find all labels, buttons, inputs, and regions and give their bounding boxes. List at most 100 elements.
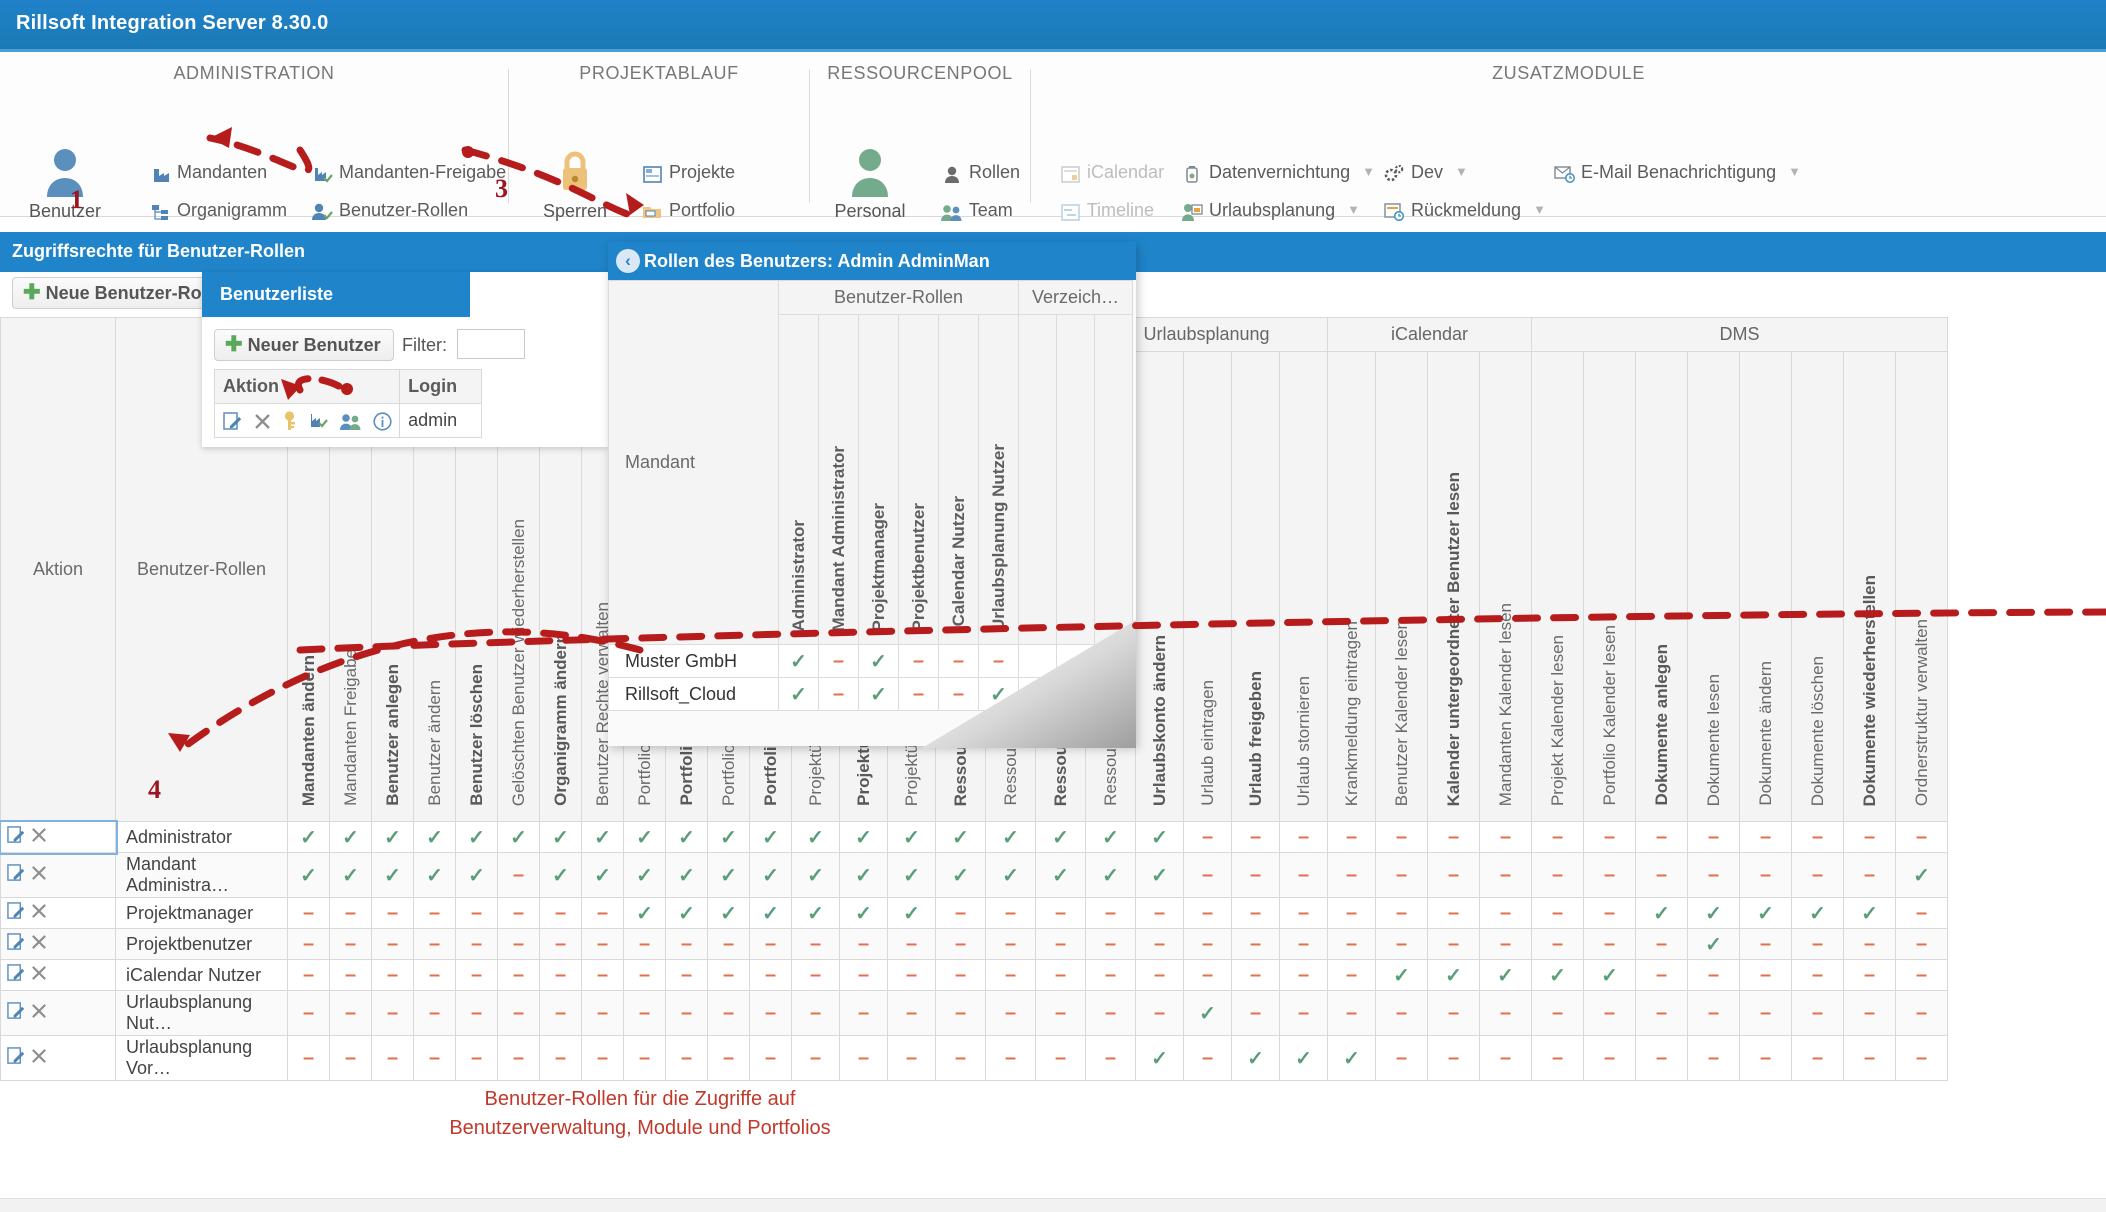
grid-column-header[interactable]: Portfolio Kalender lesen bbox=[1583, 351, 1636, 822]
ribbon-item-email-benachrichtigung[interactable]: E-Mail Benachrichtigung ▼ bbox=[1552, 157, 1801, 187]
role-assigned-cell[interactable]: ✓ bbox=[858, 644, 899, 678]
popup-column-header-verzeichnis[interactable] bbox=[1018, 314, 1057, 645]
permission-denied-cell[interactable]: – bbox=[1791, 821, 1844, 853]
role-cell-verzeichnis[interactable] bbox=[1056, 677, 1095, 711]
permission-denied-cell[interactable]: – bbox=[985, 959, 1036, 991]
permission-denied-cell[interactable]: – bbox=[287, 897, 330, 929]
permission-granted-cell[interactable]: ✓ bbox=[1479, 959, 1532, 991]
table-row[interactable]: Administrator ✓ ✓ ✓ ✓ ✓ ✓ ✓ ✓ ✓ ✓ ✓ ✓ ✓ ✓ ✓ ✓ ✓ ✓ ✓ ✓ – – – – – – –… bbox=[0, 819, 1948, 855]
row-actions[interactable] bbox=[0, 959, 116, 991]
permission-granted-cell[interactable]: ✓ bbox=[1791, 897, 1844, 929]
permission-denied-cell[interactable]: – bbox=[1375, 928, 1428, 960]
permission-denied-cell[interactable]: – bbox=[887, 990, 936, 1036]
permission-granted-cell[interactable]: ✓ bbox=[839, 897, 888, 929]
delete-icon[interactable] bbox=[30, 1002, 48, 1020]
permission-denied-cell[interactable]: – bbox=[791, 928, 840, 960]
permission-denied-cell[interactable]: – bbox=[1531, 897, 1584, 929]
permission-denied-cell[interactable]: – bbox=[1687, 852, 1740, 898]
permission-granted-cell[interactable]: ✓ bbox=[1085, 852, 1136, 898]
row-actions[interactable] bbox=[0, 852, 116, 898]
table-row[interactable]: iCalendar Nutzer – – – – – – – – – – – – – – – – – – – – – – – –… bbox=[0, 959, 1948, 991]
permission-denied-cell[interactable]: – bbox=[1843, 852, 1896, 898]
new-user-button[interactable]: ✚ Neuer Benutzer bbox=[214, 329, 394, 361]
permission-denied-cell[interactable]: – bbox=[1183, 897, 1232, 929]
grid-column-header[interactable]: Dokumente anlegen bbox=[1635, 351, 1688, 822]
role-cell-verzeichnis[interactable] bbox=[1018, 677, 1057, 711]
permission-denied-cell[interactable]: – bbox=[287, 959, 330, 991]
permission-denied-cell[interactable]: – bbox=[1479, 897, 1532, 929]
permission-denied-cell[interactable]: – bbox=[1427, 852, 1480, 898]
edit-icon[interactable] bbox=[7, 1046, 25, 1065]
grid-column-header[interactable]: Kalender untergeordneter Benutzer lesen bbox=[1427, 351, 1480, 822]
permission-granted-cell[interactable]: ✓ bbox=[287, 852, 330, 898]
permission-denied-cell[interactable]: – bbox=[413, 1035, 456, 1081]
info-icon[interactable] bbox=[373, 412, 392, 431]
grid-column-header[interactable]: Urlaub eintragen bbox=[1183, 351, 1232, 822]
permission-denied-cell[interactable]: – bbox=[1375, 897, 1428, 929]
permission-denied-cell[interactable]: – bbox=[839, 959, 888, 991]
permission-denied-cell[interactable]: – bbox=[1531, 928, 1584, 960]
ribbon-item-team[interactable]: Team bbox=[940, 195, 1013, 225]
permission-denied-cell[interactable]: – bbox=[1635, 959, 1688, 991]
permission-denied-cell[interactable]: – bbox=[707, 959, 750, 991]
permission-denied-cell[interactable]: – bbox=[1531, 821, 1584, 853]
permission-denied-cell[interactable]: – bbox=[935, 959, 986, 991]
table-row[interactable]: Mandant Administra… ✓ ✓ ✓ ✓ ✓ – ✓ ✓ ✓ ✓ ✓ ✓ ✓ ✓ ✓ ✓ ✓ ✓ ✓ ✓ –… bbox=[0, 852, 1948, 898]
delete-icon[interactable] bbox=[30, 964, 48, 982]
permission-denied-cell[interactable]: – bbox=[1479, 852, 1532, 898]
permission-granted-cell[interactable]: ✓ bbox=[665, 897, 708, 929]
ribbon-item-portfolio[interactable]: Portfolio bbox=[640, 195, 735, 225]
permission-granted-cell[interactable]: ✓ bbox=[1843, 897, 1896, 929]
role-unassigned-cell[interactable]: – bbox=[938, 644, 979, 678]
permission-granted-cell[interactable]: ✓ bbox=[1135, 852, 1184, 898]
role-assigned-cell[interactable]: ✓ bbox=[778, 644, 819, 678]
permission-denied-cell[interactable]: – bbox=[1085, 928, 1136, 960]
permission-denied-cell[interactable]: – bbox=[1327, 897, 1376, 929]
permission-denied-cell[interactable]: – bbox=[1895, 1035, 1948, 1081]
row-actions[interactable] bbox=[0, 897, 116, 929]
role-unassigned-cell[interactable]: – bbox=[898, 644, 939, 678]
permission-denied-cell[interactable]: – bbox=[413, 990, 456, 1036]
permission-denied-cell[interactable]: – bbox=[1739, 959, 1792, 991]
permission-granted-cell[interactable]: ✓ bbox=[1375, 959, 1428, 991]
role-unassigned-cell[interactable]: – bbox=[818, 677, 859, 711]
permission-granted-cell[interactable]: ✓ bbox=[707, 821, 750, 853]
ribbon-item-projekte[interactable]: Projekte bbox=[640, 157, 735, 187]
permission-denied-cell[interactable]: – bbox=[1085, 897, 1136, 929]
permission-denied-cell[interactable]: – bbox=[1739, 821, 1792, 853]
permission-denied-cell[interactable]: – bbox=[839, 1035, 888, 1081]
chevron-down-icon[interactable]: ▼ bbox=[1788, 157, 1801, 187]
table-row[interactable]: Projektmanager – – – – – – – – ✓ ✓ ✓ ✓ ✓ ✓ ✓ – – – – – – – – – – –… bbox=[0, 897, 1948, 929]
permission-denied-cell[interactable]: – bbox=[839, 990, 888, 1036]
grid-column-header[interactable]: Urlaub freigeben bbox=[1231, 351, 1280, 822]
permission-denied-cell[interactable]: – bbox=[1135, 990, 1184, 1036]
user-row-actions[interactable] bbox=[213, 403, 401, 438]
permission-denied-cell[interactable]: – bbox=[581, 990, 624, 1036]
permission-denied-cell[interactable]: – bbox=[623, 928, 666, 960]
chevron-down-icon[interactable]: ▼ bbox=[1533, 195, 1546, 225]
edit-icon[interactable] bbox=[7, 963, 25, 982]
permission-denied-cell[interactable]: – bbox=[329, 959, 372, 991]
permission-denied-cell[interactable]: – bbox=[665, 1035, 708, 1081]
permission-denied-cell[interactable]: – bbox=[1231, 852, 1280, 898]
permission-granted-cell[interactable]: ✓ bbox=[1035, 852, 1086, 898]
permission-denied-cell[interactable]: – bbox=[1791, 990, 1844, 1036]
permission-granted-cell[interactable]: ✓ bbox=[1739, 897, 1792, 929]
permission-denied-cell[interactable]: – bbox=[287, 990, 330, 1036]
permission-denied-cell[interactable]: – bbox=[1327, 852, 1376, 898]
permission-denied-cell[interactable]: – bbox=[1327, 821, 1376, 853]
permission-denied-cell[interactable]: – bbox=[665, 959, 708, 991]
permission-granted-cell[interactable]: ✓ bbox=[791, 821, 840, 853]
permission-denied-cell[interactable]: – bbox=[1427, 1035, 1480, 1081]
permission-denied-cell[interactable]: – bbox=[371, 897, 414, 929]
permission-denied-cell[interactable]: – bbox=[371, 1035, 414, 1081]
permission-denied-cell[interactable]: – bbox=[887, 928, 936, 960]
popup-column-header-verzeichnis[interactable] bbox=[1094, 314, 1133, 645]
permission-denied-cell[interactable]: – bbox=[1531, 852, 1584, 898]
permission-denied-cell[interactable]: – bbox=[1135, 897, 1184, 929]
permission-granted-cell[interactable]: ✓ bbox=[985, 821, 1036, 853]
permission-denied-cell[interactable]: – bbox=[1843, 821, 1896, 853]
popup-column-header[interactable]: Projektbenutzer bbox=[898, 314, 939, 645]
permission-denied-cell[interactable]: – bbox=[1479, 821, 1532, 853]
permission-denied-cell[interactable]: – bbox=[1843, 959, 1896, 991]
